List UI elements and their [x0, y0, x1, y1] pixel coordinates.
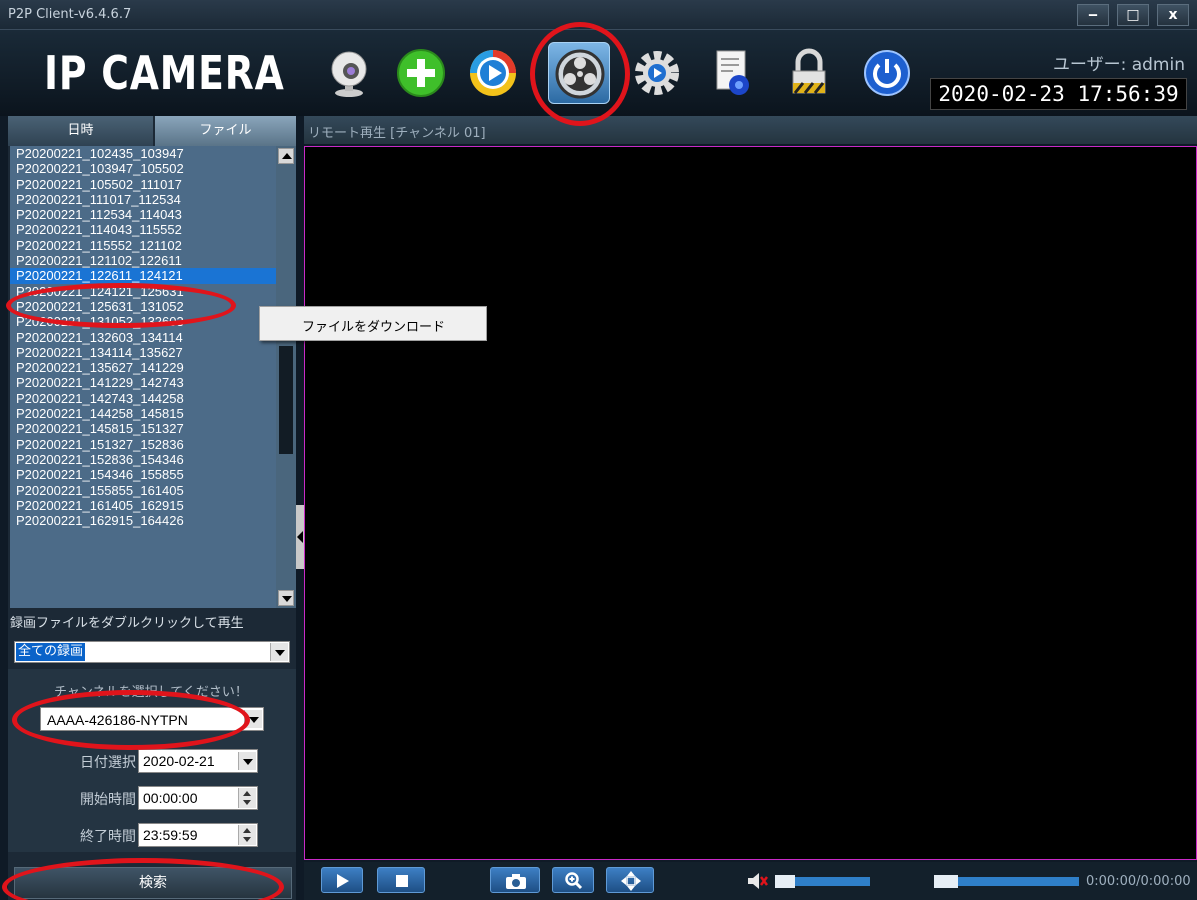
context-menu: ファイルをダウンロード	[259, 306, 487, 341]
file-list-item[interactable]: P20200221_121102_122611	[10, 253, 276, 268]
user-label: ユーザー: admin	[1052, 55, 1185, 75]
file-list-item[interactable]: P20200221_115552_121102	[10, 238, 276, 253]
date-picker[interactable]: 2020-02-21	[138, 749, 258, 773]
snapshot-button[interactable]	[490, 867, 540, 893]
file-list-scrollbar[interactable]	[276, 146, 296, 608]
stop-icon	[396, 875, 408, 887]
zoom-button[interactable]	[552, 867, 594, 893]
maximize-button[interactable]: □	[1117, 4, 1149, 26]
chevron-down-icon[interactable]	[270, 643, 288, 661]
volume-knob[interactable]	[775, 875, 795, 888]
tab-file[interactable]: ファイル	[155, 116, 296, 146]
record-type-value: 全ての録画	[16, 643, 86, 661]
playback-controls: 0:00:00/0:00:00	[304, 862, 1197, 900]
start-time-value: 00:00:00	[143, 790, 198, 806]
start-time-field[interactable]: 00:00:00	[138, 786, 258, 810]
end-time-spinner[interactable]	[238, 825, 256, 845]
end-time-label: 終了時間	[80, 829, 136, 845]
seek-knob[interactable]	[934, 875, 958, 888]
chevron-down-icon[interactable]	[238, 752, 256, 770]
scroll-up-button[interactable]	[278, 148, 294, 164]
panel-collapse-handle[interactable]	[296, 505, 304, 569]
video-viewport[interactable]	[304, 146, 1197, 860]
start-time-label: 開始時間	[80, 792, 136, 808]
file-list-item[interactable]: P20200221_105502_111017	[10, 177, 276, 192]
date-label: 日付選択	[80, 755, 136, 771]
app-title: P2P Client-v6.4.6.7	[8, 7, 132, 22]
speaker-muted-icon[interactable]	[748, 872, 768, 890]
close-button[interactable]: x	[1157, 4, 1189, 26]
playback-hint: 録画ファイルをダブルクリックして再生	[10, 616, 244, 631]
file-list-item[interactable]: P20200221_134114_135627	[10, 345, 276, 360]
scroll-down-button[interactable]	[278, 590, 294, 606]
file-list-item[interactable]: P20200221_103947_105502	[10, 161, 276, 176]
annotation-ellipse	[6, 283, 236, 328]
left-panel: 日時 ファイル P20200221_102435_103947 P20200221…	[8, 116, 296, 900]
gear-play-icon[interactable]	[626, 42, 688, 104]
file-list-item[interactable]: P20200221_114043_115552	[10, 222, 276, 237]
play-button[interactable]	[321, 867, 363, 893]
fullscreen-icon	[621, 871, 641, 891]
file-list-item[interactable]: P20200221_111017_112534	[10, 192, 276, 207]
webcam-icon[interactable]	[318, 42, 380, 104]
tab-date[interactable]: 日時	[8, 116, 153, 146]
file-list-item[interactable]: P20200221_141229_142743	[10, 375, 276, 390]
file-list-item[interactable]: P20200221_102435_103947	[10, 146, 276, 161]
download-file-menu-item[interactable]: ファイルをダウンロード	[302, 316, 445, 335]
file-list-item[interactable]: P20200221_132603_134114	[10, 330, 276, 345]
annotation-ellipse	[530, 22, 630, 126]
file-list-item[interactable]: P20200221_122611_124121	[10, 268, 276, 284]
file-list-item[interactable]: P20200221_161405_162915	[10, 498, 276, 513]
file-list-item[interactable]: P20200221_112534_114043	[10, 207, 276, 222]
camera-icon	[506, 874, 526, 889]
datetime-display: 2020-02-23 17:56:39	[930, 78, 1187, 110]
file-list-item[interactable]: P20200221_135627_141229	[10, 360, 276, 375]
file-list-item[interactable]: P20200221_151327_152836	[10, 437, 276, 452]
padlock-icon[interactable]	[778, 42, 840, 104]
file-list-item[interactable]: P20200221_145815_151327	[10, 421, 276, 436]
end-time-field[interactable]: 23:59:59	[138, 823, 258, 847]
file-list-item[interactable]: P20200221_142743_144258	[10, 391, 276, 406]
play-icon	[337, 874, 349, 888]
logo: IP CAMERA	[44, 46, 285, 100]
file-list[interactable]: P20200221_102435_103947 P20200221_103947_…	[10, 146, 276, 608]
file-list-item[interactable]: P20200221_152836_154346	[10, 452, 276, 467]
stop-button[interactable]	[377, 867, 425, 893]
video-header: リモート再生 [チャンネル 01]	[304, 116, 1197, 144]
document-gear-icon[interactable]	[700, 42, 762, 104]
date-value: 2020-02-21	[143, 753, 215, 769]
file-list-item[interactable]: P20200221_144258_145815	[10, 406, 276, 421]
file-list-item[interactable]: P20200221_154346_155855	[10, 467, 276, 482]
minimize-button[interactable]: ‒	[1077, 4, 1109, 26]
start-time-spinner[interactable]	[238, 788, 256, 808]
file-list-item[interactable]: P20200221_155855_161405	[10, 483, 276, 498]
power-icon[interactable]	[856, 42, 918, 104]
video-title: リモート再生 [チャンネル 01]	[308, 126, 486, 141]
fullscreen-button[interactable]	[606, 867, 654, 893]
annotation-ellipse	[12, 690, 250, 750]
play-record-icon[interactable]	[462, 42, 524, 104]
end-time-value: 23:59:59	[143, 827, 198, 843]
scroll-thumb[interactable]	[279, 346, 293, 454]
record-type-select[interactable]: 全ての録画	[14, 641, 290, 663]
time-readout: 0:00:00/0:00:00	[1086, 874, 1191, 889]
add-plus-icon[interactable]	[390, 42, 452, 104]
zoom-icon	[565, 872, 583, 890]
file-list-item[interactable]: P20200221_162915_164426	[10, 513, 276, 528]
